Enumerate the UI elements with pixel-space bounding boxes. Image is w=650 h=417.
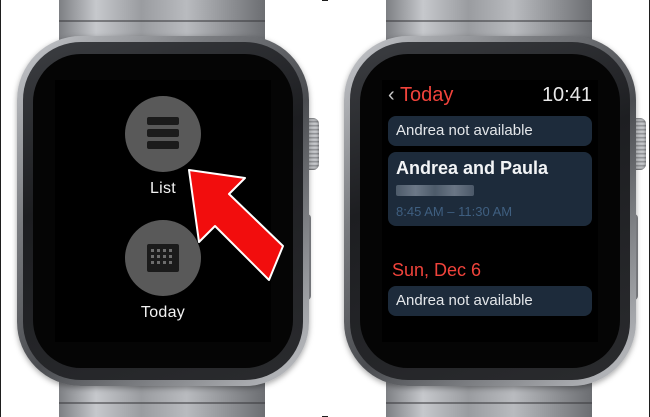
screen-header: ‹ Today 10:41 <box>388 84 592 108</box>
event-location-blurred <box>396 185 474 196</box>
clock-time: 10:41 <box>541 84 592 106</box>
event-title: Andrea and Paula <box>396 158 549 178</box>
red-arrow-annotation <box>188 169 284 281</box>
event-card[interactable]: Andrea and Paula 8:45 AM – 11:30 AM <box>388 152 592 226</box>
watch-bezel: ‹ Today 10:41 Andrea not available Andre… <box>360 54 620 368</box>
back-chevron-icon[interactable]: ‹ <box>388 84 395 106</box>
back-button-today[interactable]: Today <box>400 84 453 106</box>
arrow-shape <box>188 169 284 281</box>
availability-card[interactable]: Andrea not available <box>388 286 592 316</box>
watch-screen: ‹ Today 10:41 Andrea not available Andre… <box>382 80 598 342</box>
band-link-line <box>386 20 592 22</box>
watch-case-inner: ‹ Today 10:41 Andrea not available Andre… <box>350 42 630 380</box>
left-panel: List Today <box>1 0 322 417</box>
availability-text: Andrea not available <box>396 122 533 139</box>
band-link-line <box>386 402 592 404</box>
availability-text: Andrea not available <box>396 292 533 309</box>
right-panel: ‹ Today 10:41 Andrea not available Andre… <box>328 0 649 417</box>
watch-case: ‹ Today 10:41 Andrea not available Andre… <box>344 36 636 386</box>
event-time: 8:45 AM – 11:30 AM <box>396 204 513 219</box>
date-heading: Sun, Dec 6 <box>392 260 482 280</box>
availability-card[interactable]: Andrea not available <box>388 116 592 146</box>
